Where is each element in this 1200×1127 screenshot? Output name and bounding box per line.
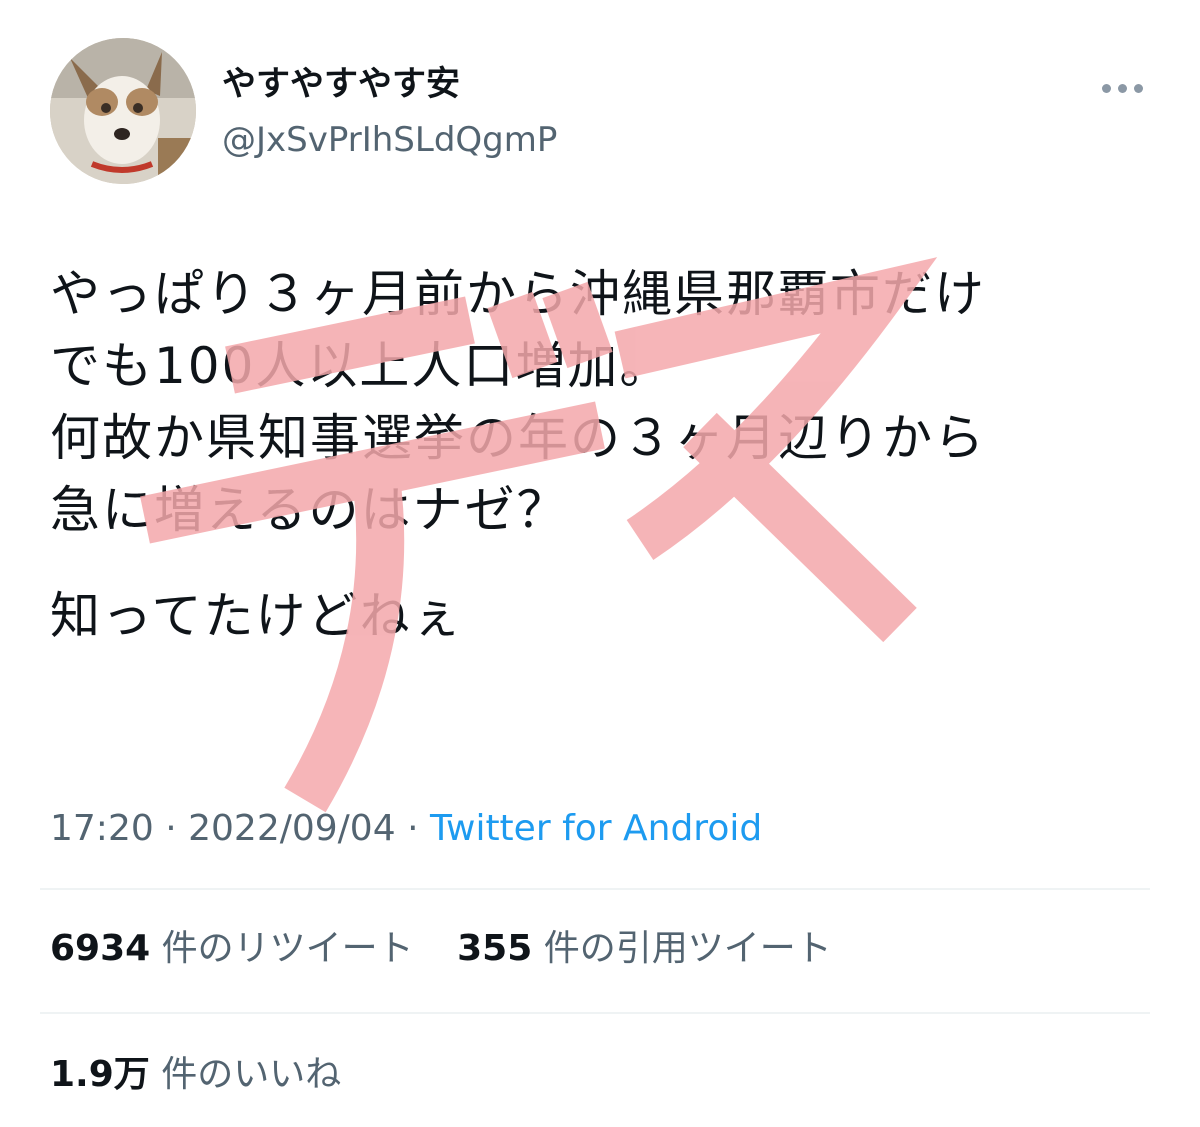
meta-separator: · (165, 808, 177, 849)
dog-avatar-icon (50, 38, 196, 184)
more-horizontal-icon (1133, 83, 1143, 93)
quotes-label: 件の引用ツイート (543, 928, 832, 969)
avatar[interactable] (50, 38, 196, 184)
stats-row: 6934 件のリツイート 355 件の引用ツイート (50, 924, 832, 974)
likes-label: 件のいいね (161, 1054, 342, 1095)
retweets-stat[interactable]: 6934 件のリツイート (50, 924, 414, 974)
tweet-meta: 17:20 · 2022/09/04 · Twitter for Android (50, 804, 762, 854)
tweet-card: やすやすやす安 @JxSvPrIhSLdQgmP やっぱり３ヶ月前から沖縄県那覇… (0, 0, 1200, 1127)
tweet-text-line: やっぱり３ヶ月前から沖縄県那覇市だけ (50, 265, 986, 323)
retweets-count: 6934 (50, 928, 151, 969)
tweet-date[interactable]: 2022/09/04 (188, 808, 396, 849)
display-name[interactable]: やすやすやす安 (222, 62, 460, 106)
likes-count: 1.9万 (50, 1054, 150, 1095)
user-handle[interactable]: @JxSvPrIhSLdQgmP (222, 118, 557, 162)
divider (40, 1012, 1150, 1014)
more-horizontal-icon (1101, 83, 1111, 93)
likes-row: 1.9万 件のいいね (50, 1050, 341, 1100)
tweet-text-line: でも100人以上人口増加。 (50, 337, 672, 395)
quotes-count: 355 (457, 928, 533, 969)
more-button[interactable] (1094, 70, 1150, 106)
divider (40, 888, 1150, 890)
likes-stat[interactable]: 1.9万 件のいいね (50, 1050, 341, 1100)
tweet-text-line: 知ってたけどねぇ (50, 587, 464, 645)
tweet-time[interactable]: 17:20 (50, 808, 154, 849)
quote-tweets-stat[interactable]: 355 件の引用ツイート (457, 924, 832, 974)
tweet-text-line: 何故か県知事選挙の年の３ヶ月辺りから (50, 409, 986, 467)
retweets-label: 件のリツイート (161, 928, 414, 969)
tweet-text-line: 急に増えるのはナゼ？ (50, 481, 569, 539)
tweet-text: やっぱり３ヶ月前から沖縄県那覇市だけ でも100人以上人口増加。 何故か県知事選… (50, 258, 1160, 652)
more-horizontal-icon (1117, 83, 1127, 93)
meta-separator: · (407, 808, 419, 849)
tweet-source-link[interactable]: Twitter for Android (430, 808, 762, 849)
